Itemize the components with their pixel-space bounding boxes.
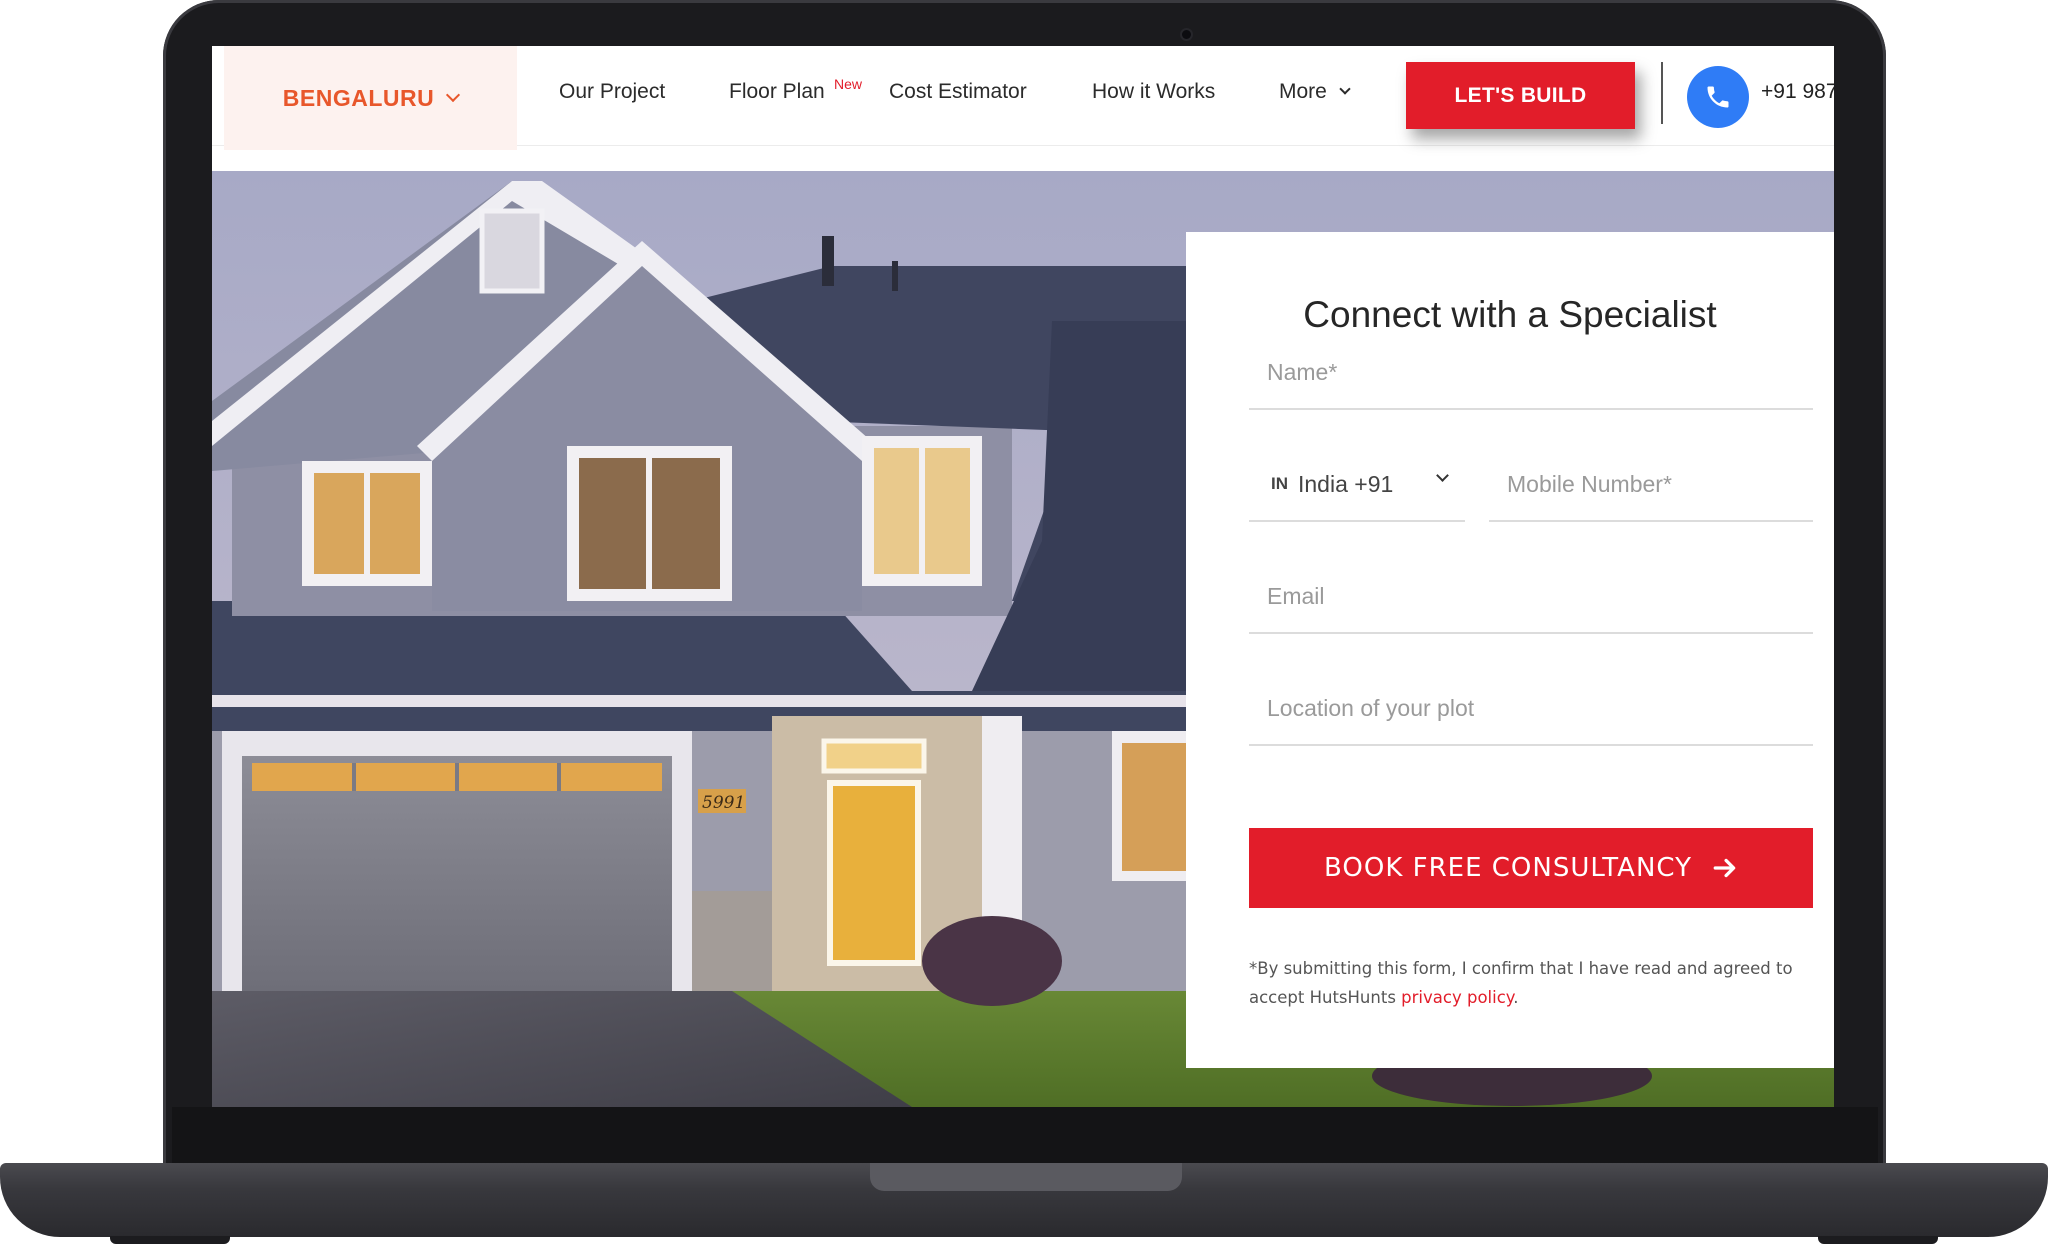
laptop-foot-left bbox=[110, 1236, 230, 1244]
roof-pipe-small bbox=[892, 261, 898, 291]
roof-trim bbox=[212, 695, 1186, 707]
privacy-policy-link[interactable]: privacy policy bbox=[1401, 988, 1513, 1007]
location-input[interactable] bbox=[1249, 694, 1813, 722]
nav-how-it-works[interactable]: How it Works bbox=[1092, 80, 1215, 104]
city-selector[interactable]: BENGALURU bbox=[224, 46, 517, 150]
laptop-foot-right bbox=[1818, 1236, 1938, 1244]
entry-shrub bbox=[922, 916, 1062, 1006]
country-code-select[interactable]: IN India +91 bbox=[1249, 448, 1465, 522]
form-title: Connect with a Specialist bbox=[1303, 294, 1717, 335]
chevron-down-icon bbox=[446, 87, 461, 103]
arrow-right-icon bbox=[1713, 858, 1736, 878]
nav-more[interactable]: More bbox=[1279, 80, 1351, 104]
gable-vent bbox=[479, 208, 545, 294]
transom-window bbox=[821, 738, 927, 774]
front-door bbox=[827, 780, 921, 966]
house-number: 5991 bbox=[702, 793, 745, 813]
flag-icon: IN bbox=[1271, 474, 1288, 493]
phone-number[interactable]: +91 987 bbox=[1761, 80, 1834, 104]
name-input[interactable] bbox=[1249, 358, 1813, 386]
consultation-form: Connect with a Specialist IN India +91 B… bbox=[1186, 232, 1834, 1068]
laptop-notch bbox=[870, 1163, 1182, 1191]
email-field-wrapper bbox=[1249, 560, 1813, 634]
nav-cost-estimator[interactable]: Cost Estimator bbox=[889, 80, 1027, 104]
form-disclaimer: *By submitting this form, I confirm that… bbox=[1249, 954, 1809, 1012]
header-divider bbox=[1661, 62, 1663, 124]
mobile-input[interactable] bbox=[1489, 470, 1813, 498]
submit-label: BOOK FREE CONSULTANCY bbox=[1324, 853, 1692, 883]
email-input[interactable] bbox=[1249, 582, 1813, 610]
laptop-screen: BENGALURU Our Project Floor Plan New Cos… bbox=[212, 46, 1834, 1107]
webcam bbox=[1182, 30, 1191, 39]
nav-more-label: More bbox=[1279, 80, 1327, 103]
chevron-down-icon bbox=[1339, 83, 1351, 95]
new-badge: New bbox=[834, 76, 863, 92]
mobile-field-wrapper bbox=[1489, 448, 1813, 522]
chevron-down-icon bbox=[1436, 469, 1449, 482]
site-header: BENGALURU Our Project Floor Plan New Cos… bbox=[212, 46, 1834, 150]
nav-floor-plan[interactable]: Floor Plan bbox=[729, 80, 825, 104]
country-code-value: India +91 bbox=[1298, 470, 1394, 497]
city-label: BENGALURU bbox=[282, 84, 435, 111]
phone-call-button[interactable] bbox=[1687, 66, 1749, 128]
name-field-wrapper bbox=[1249, 336, 1813, 410]
garage-door bbox=[242, 756, 672, 991]
disclaimer-period: . bbox=[1513, 988, 1519, 1007]
nav-our-project[interactable]: Our Project bbox=[559, 80, 665, 104]
phone-icon bbox=[1707, 86, 1729, 108]
lets-build-button[interactable]: LET'S BUILD bbox=[1406, 62, 1635, 129]
book-consultancy-button[interactable]: BOOK FREE CONSULTANCY bbox=[1249, 828, 1813, 908]
location-field-wrapper bbox=[1249, 672, 1813, 746]
disclaimer-text: *By submitting this form, I confirm that… bbox=[1249, 959, 1793, 1007]
roof-pipe bbox=[822, 236, 834, 286]
laptop-chin bbox=[172, 1107, 1878, 1167]
